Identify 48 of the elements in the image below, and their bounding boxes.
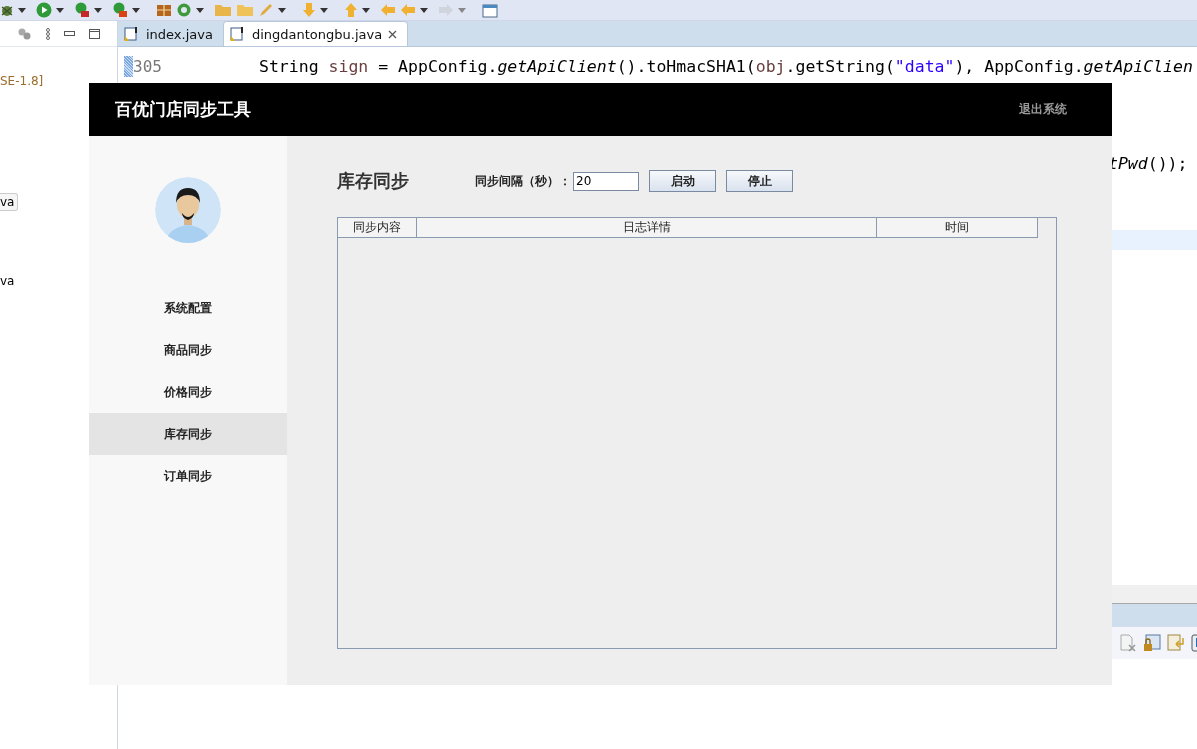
dropdown-icon[interactable] (196, 7, 204, 13)
java-file-icon (229, 26, 246, 42)
package-icon[interactable] (156, 2, 172, 18)
change-marker (124, 56, 133, 77)
tree-item[interactable]: va (0, 193, 19, 211)
dropdown-icon[interactable] (94, 7, 102, 13)
interval-label: 同步间隔（秒）： (475, 172, 571, 190)
page-title: 库存同步 (337, 169, 410, 193)
document-remove-icon[interactable] (1119, 634, 1137, 652)
bug-icon[interactable] (0, 3, 14, 17)
nav-item[interactable]: 商品同步 (89, 329, 287, 371)
dropdown-icon[interactable] (320, 7, 328, 13)
code-line: String sign = AppConfig.getApiClient().toHmacSHA1(obj.getString("data"), AppConfig.getApiClien (259, 57, 1193, 76)
editor-tab[interactable]: index.java (118, 22, 223, 46)
column-header[interactable]: 时间 (877, 218, 1038, 238)
more-icon[interactable] (46, 27, 50, 40)
dropdown-icon[interactable] (18, 7, 26, 13)
close-icon[interactable] (388, 29, 398, 39)
minimize-icon[interactable] (64, 31, 75, 36)
paste-icon[interactable] (1167, 634, 1185, 652)
tree-item[interactable]: va (0, 272, 15, 290)
perspective-icon[interactable] (482, 2, 498, 18)
logout-link[interactable]: 退出系统 (1019, 101, 1067, 118)
nav-item[interactable]: 库存同步 (89, 413, 287, 455)
run-icon[interactable] (36, 2, 52, 18)
column-header[interactable]: 日志详情 (417, 218, 877, 238)
dropdown-icon[interactable] (56, 7, 64, 13)
dropdown-icon[interactable] (420, 7, 428, 13)
tree-item[interactable]: SE-1.8] (0, 72, 44, 90)
java-file-icon (124, 26, 140, 42)
dropdown-icon[interactable] (278, 7, 286, 13)
action-button[interactable]: 停止 (726, 170, 793, 192)
interval-field[interactable]: 20 (573, 171, 639, 191)
lock-icon[interactable] (1143, 634, 1161, 652)
maximize-icon[interactable] (89, 28, 100, 39)
nav-item[interactable]: 价格同步 (89, 371, 287, 413)
avatar-icon (155, 177, 221, 243)
code-line: tPwd()); (1108, 154, 1188, 173)
link-icon[interactable] (18, 27, 32, 40)
editor-tab[interactable]: dingdantongbu.java (222, 21, 409, 46)
dropdown-icon[interactable] (132, 7, 140, 13)
app-title: 百优门店同步工具 (115, 98, 251, 121)
action-button[interactable]: 启动 (649, 170, 716, 192)
column-header[interactable]: 同步内容 (338, 218, 417, 238)
nav-item[interactable]: 系统配置 (89, 287, 287, 329)
line-number: 305 (133, 57, 163, 76)
nav-item[interactable]: 订单同步 (89, 455, 287, 497)
dropdown-icon[interactable] (362, 7, 370, 13)
